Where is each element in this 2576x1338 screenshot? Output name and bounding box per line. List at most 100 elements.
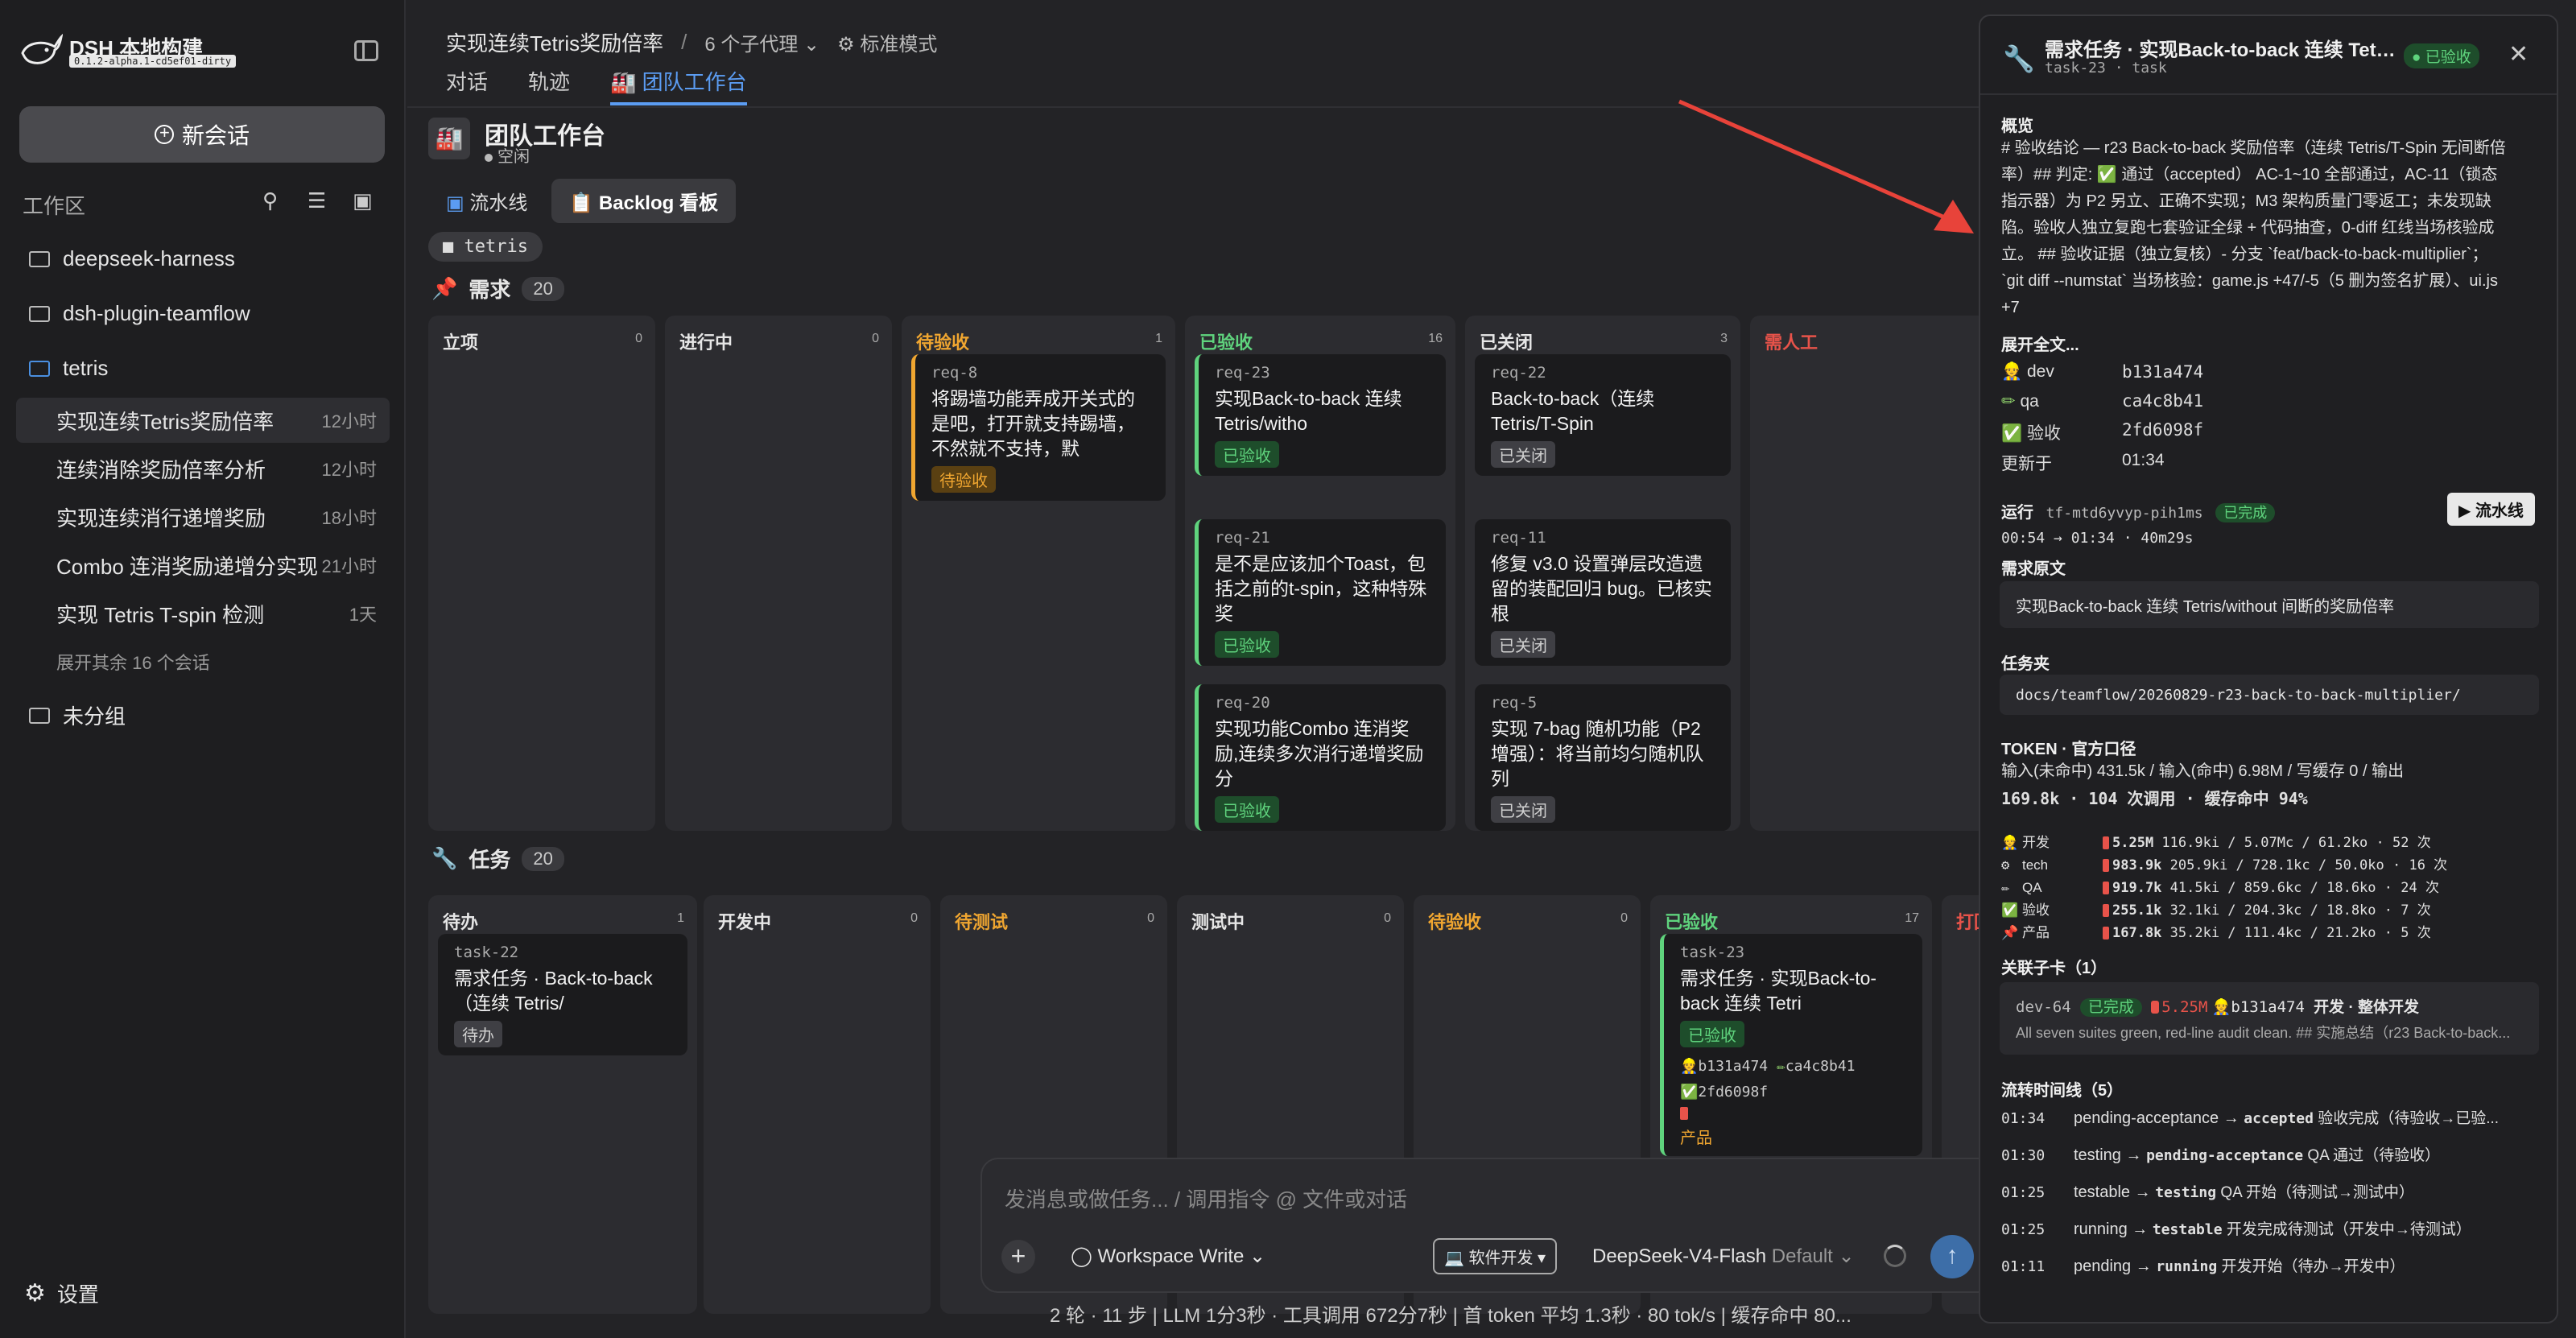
token-bar-icon <box>2103 927 2109 939</box>
timeline-note: QA 开始（待测试→测试中） <box>2216 1184 2415 1201</box>
session-item[interactable]: Combo 连消奖励递增分实现 21小时 <box>16 543 390 588</box>
session-time: 21小时 <box>321 556 377 576</box>
sidebar-toggle-icon[interactable] <box>354 40 378 61</box>
arrow-up-icon: ↑ <box>1946 1242 1959 1269</box>
mode-selector[interactable]: ⚙ 标准模式 <box>837 28 937 56</box>
worker-icon: 👷 <box>2001 362 2023 381</box>
folder-tetris[interactable]: tetris <box>29 356 108 381</box>
timeline-note: 开发开始（待办→开发中） <box>2217 1258 2405 1275</box>
sub-card-status: 已完成 <box>2079 997 2142 1017</box>
column-count: 0 <box>635 332 642 345</box>
status-badge: 待验收 <box>931 466 996 493</box>
sidebar: DSH 本地构建 0.1.2-alpha.1-cd5ef01-dirty 新会话… <box>0 0 406 1338</box>
role-row-updated: 更新于 01:34 <box>2001 451 2165 475</box>
token-total: 5.25M <box>2112 835 2154 851</box>
filter-icon[interactable]: ☰ <box>308 188 326 213</box>
wrench-icon: 🔧 <box>2003 44 2035 73</box>
gear-icon: ⚙ <box>24 1280 46 1307</box>
workbench-status: 空闲 <box>485 143 530 167</box>
status-badge: 已验收 <box>1215 631 1279 658</box>
folder-deepseek-harness[interactable]: deepseek-harness <box>29 246 235 271</box>
run-id: tf-mtd6yvyp-pih1ms <box>2046 505 2203 522</box>
shield-icon: ◯ <box>1071 1245 1092 1267</box>
settings-button[interactable]: ⚙ 设置 <box>24 1278 99 1308</box>
card-id: req-20 <box>1215 694 1270 712</box>
session-item[interactable]: 实现 Tetris T-spin 检测 1天 <box>16 591 390 636</box>
status-badge: 已关闭 <box>1491 441 1555 468</box>
timeline-row: 01:30 testing → pending-acceptance QA 通过（… <box>2001 1143 2440 1165</box>
kanban-card[interactable]: req-23 实现Back-to-back 连续Tetris/witho 已验收 <box>1195 354 1446 476</box>
req-original-label: 需求原文 <box>2001 560 2066 578</box>
project-tag-chip[interactable]: ■ tetris <box>428 232 543 262</box>
loading-spinner-icon <box>1884 1245 1906 1267</box>
kanban-card[interactable]: req-11 修复 v3.0 设置弹层改造遗留的装配回归 bug。已核实根 已关闭 <box>1475 519 1731 666</box>
timeline-note: QA 通过（待验收） <box>2303 1147 2441 1164</box>
folder-icon <box>29 250 50 267</box>
pipeline-button[interactable]: ▶ 流水线 <box>2447 493 2535 526</box>
card-title: 需求任务 · 实现Back-to-back 连续 Tetri <box>1680 968 1877 1014</box>
search-icon[interactable]: ⚲ <box>262 188 278 213</box>
sub-card[interactable]: dev-64 已完成 5.25M 👷b131a474 开发 · 整体开发 All… <box>2000 982 2539 1055</box>
message-input[interactable]: 发消息或做任务... / 调用指令 @ 文件或对话 <box>1005 1183 1407 1213</box>
permission-mode-dropdown[interactable]: ◯ Workspace Write ⌄ <box>1071 1245 1265 1268</box>
card-id: req-23 <box>1215 364 1270 382</box>
tab-bar: 对话 轨迹 🏭 团队工作台 <box>446 66 747 105</box>
role-value: ca4c8b41 <box>2122 391 2204 411</box>
mode-label: 标准模式 <box>860 34 938 56</box>
folder-dsh-plugin-teamflow[interactable]: dsh-plugin-teamflow <box>29 301 250 326</box>
session-item[interactable]: 实现连续消行递增奖励 18小时 <box>16 494 390 539</box>
attach-button[interactable]: + <box>1001 1240 1035 1274</box>
column-count: 0 <box>910 911 918 925</box>
token-detail: 116.9ki / 5.07Mc / 61.2ko · 52 次 <box>2153 835 2431 851</box>
kanban-card[interactable]: req-8 将踢墙功能弄成开关式的是吧，打开就支持踢墙，不然就不支持，默 待验收 <box>911 354 1166 501</box>
timeline-time: 01:11 <box>2001 1258 2046 1275</box>
sub-card-header: dev-64 已完成 5.25M 👷b131a474 开发 · 整体开发 <box>2016 995 2419 1017</box>
view-backlog-button[interactable]: 📋 Backlog 看板 <box>551 179 736 223</box>
kanban-card[interactable]: req-20 实现功能Combo 连消奖励,连续多次消行递增奖励分 已验收 <box>1195 684 1446 831</box>
qa-agent-id: ca4c8b41 <box>1785 1058 1856 1075</box>
composer: 发消息或做任务... / 调用指令 @ 文件或对话 + ◯ Workspace … <box>980 1158 2059 1293</box>
board-column: 待验收 1 req-8 将踢墙功能弄成开关式的是吧，打开就支持踢墙，不然就不支持，默待… <box>902 316 1175 831</box>
tab-trace[interactable]: 轨迹 <box>528 66 570 105</box>
role-label: qa <box>2020 392 2039 411</box>
new-chat-button[interactable]: 新会话 <box>19 106 385 163</box>
subagents-dropdown[interactable]: 6 个子代理 ⌄ <box>704 28 819 56</box>
expand-link[interactable]: 展开全文... <box>2001 332 2079 355</box>
mode-icon: ⚙ <box>837 34 855 56</box>
kanban-card[interactable]: req-22 Back-to-back（连续Tetris/T-Spin 已关闭 <box>1475 354 1731 476</box>
session-item-active[interactable]: 实现连续Tetris奖励倍率 12小时 <box>16 398 390 443</box>
tab-team-workbench[interactable]: 🏭 团队工作台 <box>610 66 747 105</box>
new-chat-label: 新会话 <box>181 123 250 148</box>
close-icon[interactable]: ✕ <box>2508 40 2529 68</box>
sub-card-tokens: 5.25M <box>2161 997 2208 1016</box>
tab-label: 团队工作台 <box>642 70 747 94</box>
card-title: 将踢墙功能弄成开关式的是吧，打开就支持踢墙，不然就不支持，默 <box>931 388 1135 459</box>
role-value: 01:34 <box>2122 451 2165 469</box>
folder-ungrouped[interactable]: 未分组 <box>29 700 126 730</box>
task-folder-path[interactable]: docs/teamflow/20260829-r23-back-to-back-… <box>2000 675 2539 715</box>
from-state: testable <box>2074 1183 2131 1201</box>
session-time: 1天 <box>349 605 377 625</box>
send-button[interactable]: ↑ <box>1930 1235 1974 1278</box>
status-badge: 已验收 <box>1215 441 1279 468</box>
show-more-sessions-link[interactable]: 展开其余 16 个会话 <box>56 649 210 675</box>
kanban-card[interactable]: req-5 实现 7-bag 随机功能（P2 增强）：将当前均匀随机队列 已关闭 <box>1475 684 1731 831</box>
kanban-card[interactable]: task-23 需求任务 · 实现Back-to-back 连续 Tetri 已验收… <box>1660 934 1922 1156</box>
check-icon: ✅ <box>1680 1084 1699 1101</box>
model-selector[interactable]: DeepSeek-V4-Flash Default ⌄ <box>1592 1245 1855 1268</box>
status-badge: ● 已验收 <box>2404 43 2479 68</box>
session-item[interactable]: 连续消除奖励倍率分析 12小时 <box>16 446 390 491</box>
role-selector[interactable]: 💻 软件开发 ▾ <box>1433 1238 1558 1274</box>
new-folder-icon[interactable]: ▣ <box>353 188 373 213</box>
status-badge: 已关闭 <box>1491 796 1555 823</box>
section-count: 20 <box>522 846 564 871</box>
folder-label: deepseek-harness <box>63 246 235 270</box>
kanban-card[interactable]: req-21 是不是应该加个Toast，包括之前的t-spin，这种特殊奖 已验收 <box>1195 519 1446 666</box>
column-count: 3 <box>1720 332 1728 345</box>
view-pipeline-button[interactable]: ▣ 流水线 <box>428 179 545 223</box>
kanban-card[interactable]: task-22 需求任务 · Back-to-back（连续 Tetris/待办 <box>438 934 687 1055</box>
token-summary-line: 输入(未命中) 431.5k / 输入(命中) 6.98M / 写缓存 0 / … <box>2001 762 2405 780</box>
column-title: 已验收 <box>1665 912 1719 932</box>
folder-icon <box>29 305 50 322</box>
tab-chat[interactable]: 对话 <box>446 66 488 105</box>
